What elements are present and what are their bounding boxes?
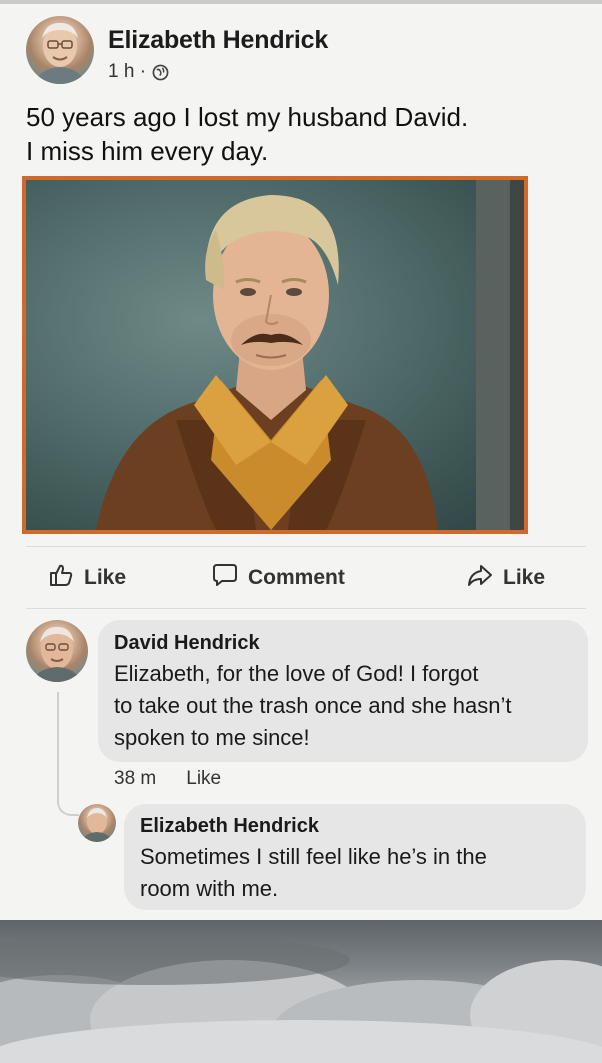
reply-author[interactable]: Elizabeth Hendrick <box>140 815 319 838</box>
reply-text-line: room with me. <box>140 876 279 901</box>
action-divider-top <box>26 546 586 547</box>
comment-meta: 38 m Like <box>114 768 221 790</box>
action-divider-bottom <box>26 608 586 609</box>
post-text-line: 50 years ago I lost my husband David. <box>26 102 469 132</box>
comment-text-line: Elizabeth, for the love of God! I forgot <box>114 661 479 686</box>
comment-label: Comment <box>248 566 345 589</box>
comment-bubble: David Hendrick Elizabeth, for the love o… <box>98 620 588 762</box>
cloud-background <box>0 920 602 1063</box>
post-author-name[interactable]: Elizabeth Hendrick <box>108 26 328 55</box>
comment-text-line: to take out the trash once and she hasn’… <box>114 693 512 718</box>
reply-avatar[interactable] <box>78 804 116 842</box>
post-body: 50 years ago I lost my husband David. I … <box>26 100 586 168</box>
share-arrow-icon <box>467 562 493 594</box>
share-label: Like <box>503 566 546 589</box>
post-text-line: I miss him every day. <box>26 136 269 166</box>
globe-icon <box>152 64 169 81</box>
author-avatar[interactable] <box>26 16 94 84</box>
like-button[interactable]: Like <box>48 562 126 594</box>
reply-thread-line <box>57 692 79 816</box>
commenter-avatar[interactable] <box>26 620 88 682</box>
like-label: Like <box>84 566 127 589</box>
post-photo[interactable] <box>22 176 528 534</box>
comment-text: Elizabeth, for the love of God! I forgot… <box>114 658 512 754</box>
post-meta: 1 h · <box>108 61 169 83</box>
reply-text: Sometimes I still feel like he’s in the … <box>140 841 487 905</box>
top-divider <box>0 0 602 4</box>
share-button[interactable]: Like <box>467 562 545 594</box>
comment-bubble-icon <box>212 562 238 594</box>
post-time[interactable]: 1 h · <box>108 61 146 83</box>
thumbs-up-icon <box>48 562 74 594</box>
reply-text-line: Sometimes I still feel like he’s in the <box>140 844 487 869</box>
comment-button[interactable]: Comment <box>212 562 345 594</box>
comment-time[interactable]: 38 m <box>114 768 156 790</box>
comment-author[interactable]: David Hendrick <box>114 632 260 655</box>
comment-text-line: spoken to me since! <box>114 725 310 750</box>
comment-like-button[interactable]: Like <box>186 768 221 790</box>
reply-bubble: Elizabeth Hendrick Sometimes I still fee… <box>124 804 586 910</box>
